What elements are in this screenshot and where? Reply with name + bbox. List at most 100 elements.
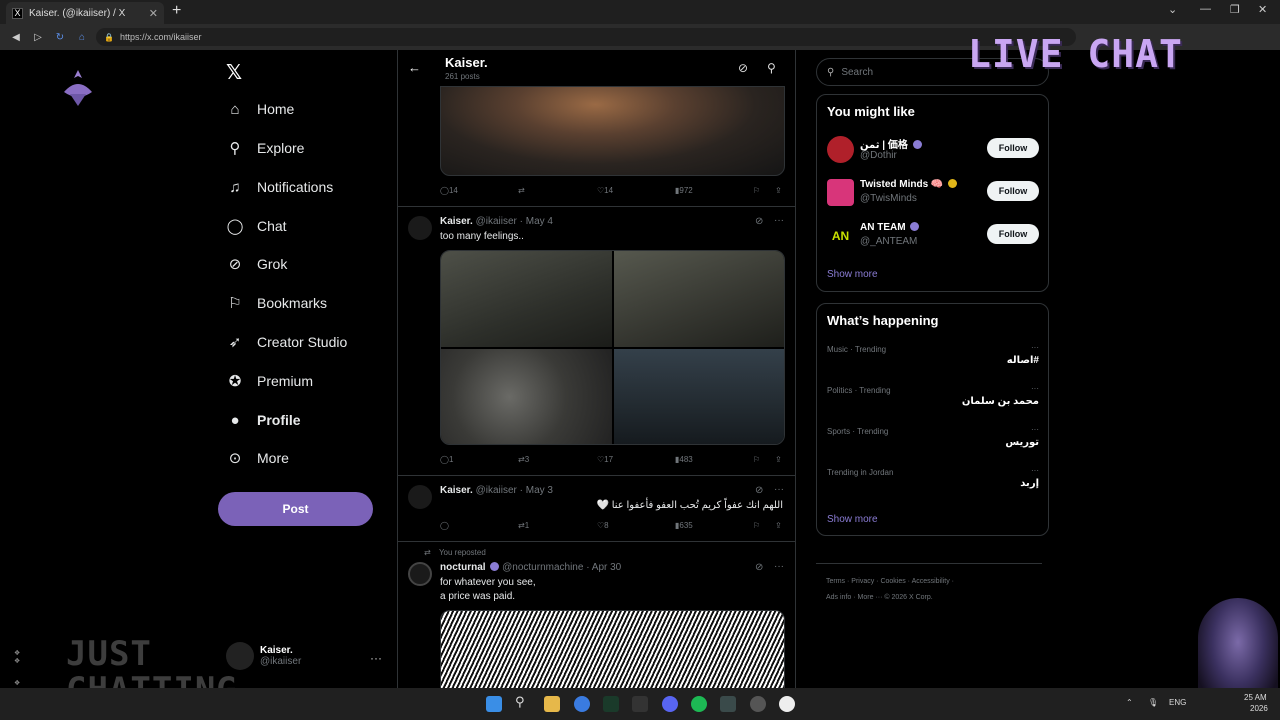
folder-icon[interactable]: [544, 696, 560, 712]
grok-icon[interactable]: ⊘: [738, 61, 748, 75]
more-icon[interactable]: ···: [774, 484, 784, 495]
nav-notifications[interactable]: ♫ Notifications: [226, 173, 333, 201]
reply-button[interactable]: ◯: [440, 521, 449, 530]
tweet-handle[interactable]: @ikaiiser: [476, 485, 517, 496]
nav-bookmarks[interactable]: ⚐ Bookmarks: [226, 289, 327, 317]
home-browser-icon[interactable]: ⌂: [76, 32, 88, 43]
discord-icon[interactable]: [662, 696, 678, 712]
more-icon[interactable]: ···: [1031, 425, 1039, 434]
tweet-date[interactable]: May 3: [526, 485, 553, 496]
tweet-author[interactable]: nocturnal: [440, 562, 486, 573]
app-icon[interactable]: [779, 696, 795, 712]
x-logo[interactable]: 𝕏: [226, 60, 242, 85]
back-arrow-icon[interactable]: ←: [408, 60, 421, 75]
chevron-down-icon[interactable]: ⌄: [1168, 3, 1177, 16]
suggested-user[interactable]: AN AN TEAM @_ANTEAM Follow: [827, 221, 1039, 251]
follow-button[interactable]: Follow: [987, 224, 1039, 244]
tweet-media-grid[interactable]: [440, 250, 785, 445]
nav-home[interactable]: ⌂ Home: [226, 95, 294, 123]
bookmark-icon[interactable]: ⚐: [753, 521, 760, 530]
app-icon[interactable]: [632, 696, 648, 712]
avatar[interactable]: AN: [827, 222, 854, 249]
more-icon[interactable]: ···: [1031, 384, 1039, 393]
grok-icon[interactable]: ⊘: [755, 562, 763, 573]
trend-item[interactable]: Sports · Trending ··· توريس: [827, 425, 1039, 463]
tweet-author[interactable]: Kaiser.: [440, 216, 473, 227]
grok-icon[interactable]: ⊘: [755, 485, 763, 496]
post-button[interactable]: Post: [218, 492, 373, 526]
footer-links[interactable]: Terms · Privacy · Cookies · Accessibilit…: [826, 578, 954, 585]
back-nav-icon[interactable]: ◀: [10, 32, 22, 43]
avatar[interactable]: [408, 485, 432, 509]
avatar[interactable]: [408, 216, 432, 240]
microphone-icon[interactable]: 🎙: [1148, 698, 1158, 707]
bookmark-icon[interactable]: ⚐: [753, 186, 760, 195]
tweet-image[interactable]: [441, 349, 612, 444]
bookmark-icon[interactable]: ⚐: [753, 455, 760, 464]
search-icon[interactable]: ⚲: [767, 61, 776, 75]
suggested-user[interactable]: Twisted Minds 🧠 @TwisMinds Follow: [827, 178, 1039, 208]
show-more-link[interactable]: Show more: [827, 269, 878, 280]
more-icon[interactable]: ···: [774, 561, 784, 572]
share-icon[interactable]: ⇪: [775, 455, 782, 464]
app-icon[interactable]: [750, 696, 766, 712]
views-count[interactable]: ▮ 635: [675, 521, 693, 530]
tweet-image[interactable]: [440, 610, 785, 688]
reload-icon[interactable]: ↻: [54, 32, 66, 43]
avatar[interactable]: [827, 136, 854, 163]
tweet-image[interactable]: [614, 251, 784, 347]
tweet-date[interactable]: Apr 30: [592, 562, 621, 573]
nav-profile[interactable]: ● Profile: [226, 406, 300, 434]
avatar[interactable]: [408, 562, 432, 586]
follow-button[interactable]: Follow: [987, 138, 1039, 158]
repost-button[interactable]: ⇄ 3: [518, 455, 529, 464]
tweet-image[interactable]: [440, 86, 785, 176]
tweet-image[interactable]: [614, 349, 784, 444]
show-more-link[interactable]: Show more: [827, 514, 878, 525]
nav-creator-studio[interactable]: ➶ Creator Studio: [226, 328, 348, 356]
tweet-image[interactable]: [441, 251, 612, 347]
more-icon[interactable]: ···: [1031, 343, 1039, 352]
nav-premium[interactable]: ✪ Premium: [226, 367, 313, 395]
more-icon[interactable]: ···: [774, 215, 784, 226]
browser-icon[interactable]: [574, 696, 590, 712]
restore-icon[interactable]: ❐: [1230, 3, 1240, 16]
clock-date[interactable]: 2026: [1250, 704, 1268, 713]
share-icon[interactable]: ⇪: [775, 186, 782, 195]
like-button[interactable]: ♡ 17: [597, 455, 613, 464]
trend-item[interactable]: Politics · Trending ··· محمد بن سلمان: [827, 384, 1039, 422]
tweet-date[interactable]: May 4: [526, 216, 553, 227]
clock-time[interactable]: 25 AM: [1244, 693, 1267, 702]
views-count[interactable]: ▮ 972: [675, 186, 693, 195]
app-icon[interactable]: [720, 696, 736, 712]
tweet-handle[interactable]: @nocturnmachine: [502, 562, 583, 573]
browser-tab[interactable]: X Kaiser. (@ikaiiser) / X ✕: [6, 2, 164, 24]
account-more-icon[interactable]: ···: [370, 651, 382, 665]
follow-button[interactable]: Follow: [987, 181, 1039, 201]
search-icon[interactable]: ⚲: [515, 694, 531, 710]
like-button[interactable]: ♡ 8: [597, 521, 609, 530]
nav-chat[interactable]: ◯ Chat: [226, 212, 287, 240]
views-count[interactable]: ▮ 483: [675, 455, 693, 464]
trend-item[interactable]: Music · Trending ··· #اصاله: [827, 343, 1039, 381]
repost-button[interactable]: ⇄ 1: [518, 521, 529, 530]
close-window-icon[interactable]: ✕: [1258, 3, 1267, 16]
forward-nav-icon[interactable]: ▷: [32, 32, 44, 43]
tweet-author[interactable]: Kaiser.: [440, 485, 473, 496]
footer-links[interactable]: Ads info · More ··· © 2026 X Corp.: [826, 594, 933, 601]
reply-button[interactable]: ◯ 14: [440, 186, 458, 195]
share-icon[interactable]: ⇪: [775, 521, 782, 530]
tweet-handle[interactable]: @ikaiiser: [476, 216, 517, 227]
suggested-user[interactable]: ثمن | 価格 @Dothir Follow: [827, 135, 1039, 165]
nav-explore[interactable]: ⚲ Explore: [226, 134, 305, 162]
grok-icon[interactable]: ⊘: [755, 216, 763, 227]
close-tab-icon[interactable]: ✕: [149, 7, 158, 20]
reply-button[interactable]: ◯ 1: [440, 455, 453, 464]
avatar[interactable]: [827, 179, 854, 206]
spotify-icon[interactable]: [691, 696, 707, 712]
nav-more[interactable]: ⊙ More: [226, 444, 289, 472]
new-tab-button[interactable]: +: [172, 2, 181, 20]
url-field[interactable]: 🔒 https://x.com/ikaiiser: [96, 28, 1076, 46]
like-button[interactable]: ♡ 14: [597, 186, 613, 195]
repost-button[interactable]: ⇄: [518, 186, 525, 195]
